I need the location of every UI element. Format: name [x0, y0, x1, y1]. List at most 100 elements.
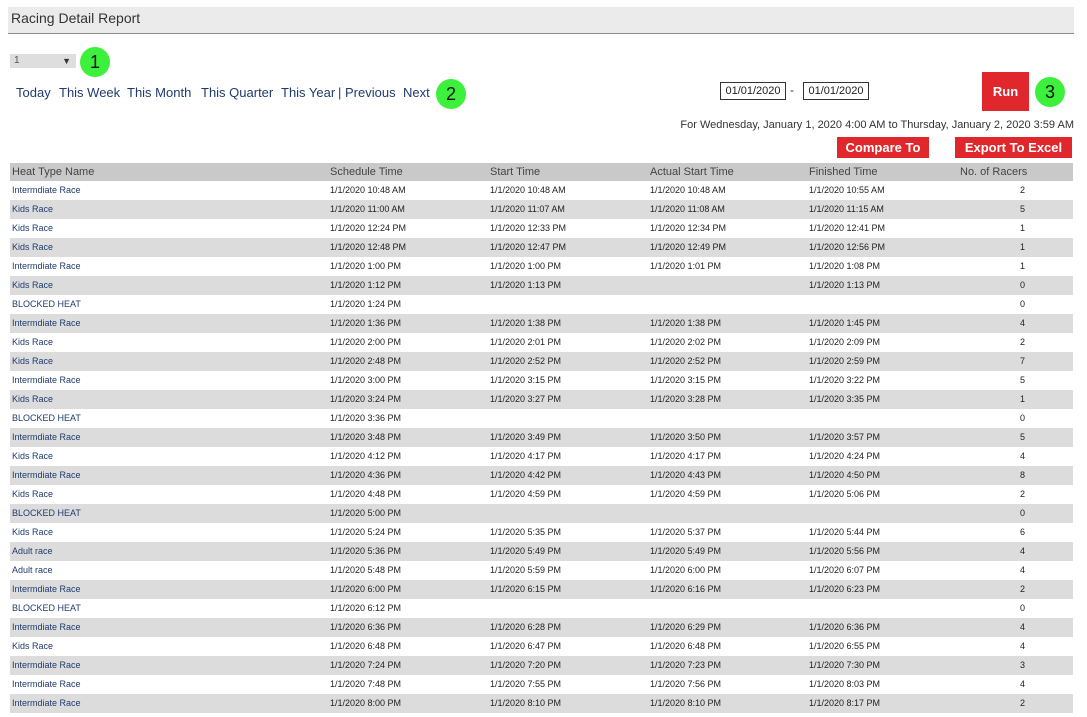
period-this-month-link[interactable]: This Month	[127, 85, 191, 100]
heat-type-cell[interactable]: BLOCKED HEAT	[12, 504, 81, 523]
racers-cell: 0	[1019, 603, 1025, 613]
column-header-racers[interactable]: No. of Racers	[960, 163, 1027, 181]
schedule-time-cell: 1/1/2020 4:36 PM	[330, 470, 402, 480]
actual-start-time-cell: 1/1/2020 8:10 PM	[650, 698, 722, 708]
period-today-link[interactable]: Today	[16, 85, 51, 100]
heat-type-cell[interactable]: Kids Race	[12, 333, 53, 352]
start-time-cell: 1/1/2020 5:59 PM	[490, 565, 562, 575]
column-header-heat-type[interactable]: Heat Type Name	[12, 163, 94, 181]
schedule-time-cell: 1/1/2020 7:24 PM	[330, 660, 402, 670]
table-row: Intermdiate Race 1/1/2020 1:36 PM 1/1/2020…	[10, 314, 1073, 333]
actual-start-time-cell: 1/1/2020 1:38 PM	[650, 318, 722, 328]
heat-type-cell[interactable]: Intermdiate Race	[12, 466, 81, 485]
column-header-actual-start-time[interactable]: Actual Start Time	[650, 163, 734, 181]
heat-type-cell[interactable]: Intermdiate Race	[12, 314, 81, 333]
heat-type-cell[interactable]: Intermdiate Race	[12, 181, 81, 200]
start-time-cell: 1/1/2020 6:15 PM	[490, 584, 562, 594]
actual-start-time-cell: 1/1/2020 3:50 PM	[650, 432, 722, 442]
table-row: Kids Race 1/1/2020 3:24 PM 1/1/2020 3:27 P…	[10, 390, 1073, 409]
schedule-time-cell: 1/1/2020 4:48 PM	[330, 489, 402, 499]
end-date-input[interactable]: 01/01/2020	[803, 82, 869, 100]
table-row: Intermdiate Race 1/1/2020 7:48 PM 1/1/2020…	[10, 675, 1073, 694]
start-time-cell: 1/1/2020 10:48 AM	[490, 185, 566, 195]
column-header-start-time[interactable]: Start Time	[490, 163, 540, 181]
export-to-excel-button[interactable]: Export To Excel	[955, 137, 1072, 158]
racers-cell: 1	[1019, 394, 1025, 404]
racers-cell: 0	[1019, 413, 1025, 423]
heat-type-cell[interactable]: Intermdiate Race	[12, 675, 81, 694]
heat-type-cell[interactable]: Kids Race	[12, 219, 53, 238]
racers-cell: 4	[1019, 565, 1025, 575]
racers-cell: 4	[1019, 641, 1025, 651]
table-row: Kids Race 1/1/2020 12:48 PM 1/1/2020 12:47…	[10, 238, 1073, 257]
heat-type-cell[interactable]: Intermdiate Race	[12, 428, 81, 447]
finished-time-cell: 1/1/2020 1:08 PM	[809, 261, 881, 271]
finished-time-cell: 1/1/2020 6:23 PM	[809, 584, 881, 594]
heat-type-cell[interactable]: Intermdiate Race	[12, 694, 81, 713]
finished-time-cell: 1/1/2020 5:56 PM	[809, 546, 881, 556]
period-previous-link[interactable]: | Previous	[338, 85, 396, 100]
start-date-input[interactable]: 01/01/2020	[720, 82, 786, 100]
start-time-cell: 1/1/2020 4:17 PM	[490, 451, 562, 461]
schedule-time-cell: 1/1/2020 2:48 PM	[330, 356, 402, 366]
heat-type-cell[interactable]: Kids Race	[12, 200, 53, 219]
schedule-time-cell: 1/1/2020 10:48 AM	[330, 185, 406, 195]
heat-type-cell[interactable]: Intermdiate Race	[12, 656, 81, 675]
track-select-value: 1	[14, 55, 20, 66]
table-row: Kids Race 1/1/2020 2:48 PM 1/1/2020 2:52 P…	[10, 352, 1073, 371]
annotation-badge-1: 1	[80, 47, 110, 77]
table-row: Intermdiate Race 1/1/2020 3:48 PM 1/1/2020…	[10, 428, 1073, 447]
heat-type-cell[interactable]: Intermdiate Race	[12, 257, 81, 276]
table-row: Kids Race 1/1/2020 4:48 PM 1/1/2020 4:59 P…	[10, 485, 1073, 504]
finished-time-cell: 1/1/2020 2:09 PM	[809, 337, 881, 347]
finished-time-cell: 1/1/2020 11:15 AM	[809, 204, 884, 214]
schedule-time-cell: 1/1/2020 12:48 PM	[330, 242, 407, 252]
heat-type-cell[interactable]: Kids Race	[12, 523, 53, 542]
finished-time-cell: 1/1/2020 3:35 PM	[809, 394, 881, 404]
start-time-cell: 1/1/2020 5:49 PM	[490, 546, 562, 556]
period-this-week-link[interactable]: This Week	[59, 85, 120, 100]
heat-type-cell[interactable]: BLOCKED HEAT	[12, 599, 81, 618]
run-button[interactable]: Run	[982, 72, 1029, 111]
finished-time-cell: 1/1/2020 3:22 PM	[809, 375, 881, 385]
start-time-cell: 1/1/2020 12:47 PM	[490, 242, 567, 252]
heat-type-cell[interactable]: Intermdiate Race	[12, 371, 81, 390]
heat-type-cell[interactable]: Adult race	[12, 542, 53, 561]
column-header-schedule-time[interactable]: Schedule Time	[330, 163, 403, 181]
heat-type-cell[interactable]: Kids Race	[12, 352, 53, 371]
period-next-link[interactable]: Next	[403, 85, 430, 100]
start-time-cell: 1/1/2020 3:15 PM	[490, 375, 562, 385]
track-select[interactable]: 1 ▼	[10, 54, 76, 68]
period-this-year-link[interactable]: This Year	[281, 85, 335, 100]
heat-type-cell[interactable]: Kids Race	[12, 276, 53, 295]
schedule-time-cell: 1/1/2020 6:36 PM	[330, 622, 402, 632]
finished-time-cell: 1/1/2020 3:57 PM	[809, 432, 881, 442]
heat-type-cell[interactable]: Kids Race	[12, 637, 53, 656]
table-body: Intermdiate Race 1/1/2020 10:48 AM 1/1/202…	[10, 181, 1073, 713]
compare-to-button[interactable]: Compare To	[837, 137, 929, 158]
heat-type-cell[interactable]: Adult race	[12, 561, 53, 580]
finished-time-cell: 1/1/2020 7:30 PM	[809, 660, 881, 670]
heat-type-cell[interactable]: Intermdiate Race	[12, 618, 81, 637]
column-header-finished-time[interactable]: Finished Time	[809, 163, 877, 181]
schedule-time-cell: 1/1/2020 5:24 PM	[330, 527, 402, 537]
schedule-time-cell: 1/1/2020 3:48 PM	[330, 432, 402, 442]
heat-type-cell[interactable]: Intermdiate Race	[12, 580, 81, 599]
finished-time-cell: 1/1/2020 8:17 PM	[809, 698, 881, 708]
racers-cell: 2	[1019, 185, 1025, 195]
period-this-quarter-link[interactable]: This Quarter	[201, 85, 273, 100]
start-time-cell: 1/1/2020 4:59 PM	[490, 489, 562, 499]
heat-type-cell[interactable]: Kids Race	[12, 390, 53, 409]
schedule-time-cell: 1/1/2020 1:00 PM	[330, 261, 402, 271]
finished-time-cell: 1/1/2020 1:13 PM	[809, 280, 881, 290]
table-row: Kids Race 1/1/2020 2:00 PM 1/1/2020 2:01 P…	[10, 333, 1073, 352]
start-time-cell: 1/1/2020 5:35 PM	[490, 527, 562, 537]
heat-type-cell[interactable]: Kids Race	[12, 485, 53, 504]
annotation-badge-3: 3	[1035, 77, 1065, 107]
heat-type-cell[interactable]: BLOCKED HEAT	[12, 409, 81, 428]
heat-type-cell[interactable]: Kids Race	[12, 447, 53, 466]
heat-type-cell[interactable]: Kids Race	[12, 238, 53, 257]
start-time-cell: 1/1/2020 8:10 PM	[490, 698, 562, 708]
schedule-time-cell: 1/1/2020 3:00 PM	[330, 375, 402, 385]
heat-type-cell[interactable]: BLOCKED HEAT	[12, 295, 81, 314]
